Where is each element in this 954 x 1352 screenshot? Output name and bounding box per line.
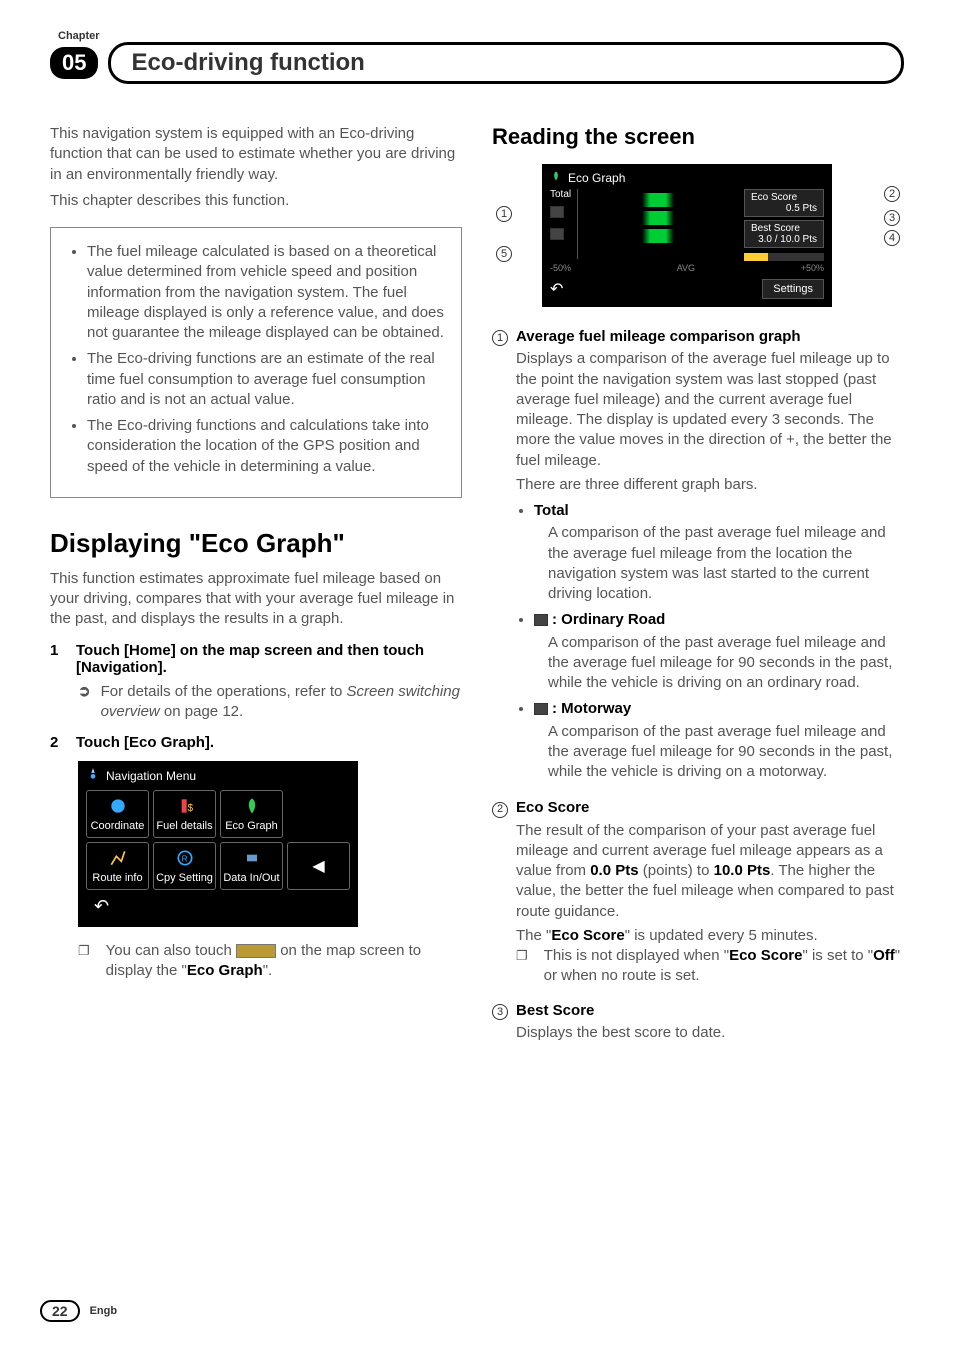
eco-graph-map-icon[interactable] xyxy=(236,944,276,958)
item-3-body: Displays the best score to date. xyxy=(516,1024,725,1041)
intro-paragraph-1: This navigation system is equipped with … xyxy=(50,124,462,185)
page-footer: 22 Engb xyxy=(40,1300,117,1322)
svg-text:R: R xyxy=(181,853,187,863)
intro-paragraph-2: This chapter describes this function. xyxy=(50,191,462,211)
nav-menu-title: Navigation Menu xyxy=(106,769,196,783)
reference-arrow-icon: ➲ xyxy=(78,682,91,723)
section-description: This function estimates approximate fuel… xyxy=(50,569,462,630)
callout-3: 3 xyxy=(884,210,900,226)
section-heading-displaying: Displaying "Eco Graph" xyxy=(50,528,462,559)
subsection-heading-reading: Reading the screen xyxy=(492,124,904,150)
page-header: Chapter 05 Eco-driving function xyxy=(50,30,904,84)
nav-item-route-info[interactable]: Route info xyxy=(86,842,149,890)
note-item-1: The fuel mileage calculated is based on … xyxy=(87,242,445,343)
nav-item-eco-graph[interactable]: Eco Graph xyxy=(220,790,283,838)
item-3-title: Best Score xyxy=(516,1001,725,1021)
item-2-title: Eco Score xyxy=(516,798,904,818)
step-1-heading: 1Touch [Home] on the map screen and then… xyxy=(50,642,462,676)
page-language: Engb xyxy=(90,1305,118,1317)
chapter-number-pill: 05 xyxy=(50,47,98,79)
nav-menu-icon xyxy=(86,767,100,784)
item-1-title: Average fuel mileage comparison graph xyxy=(516,327,904,347)
eco-leaf-icon xyxy=(550,170,562,185)
ordinary-road-icon xyxy=(550,206,564,218)
sub-total: Total A comparison of the past average f… xyxy=(534,501,904,604)
note-box: The fuel mileage calculated is based on … xyxy=(50,227,462,498)
left-column: This navigation system is equipped with … xyxy=(50,124,462,1053)
callout-2: 2 xyxy=(884,186,900,202)
eco-comparison-graph xyxy=(577,189,738,259)
eco-graph-scale: -50% AVG +50% xyxy=(550,263,824,273)
eco-back-icon[interactable]: ↶ xyxy=(550,279,563,299)
page-number: 22 xyxy=(40,1300,80,1322)
item-1-tail: There are three different graph bars. xyxy=(516,475,904,495)
callout-1: 1 xyxy=(496,206,512,222)
nav-item-data-in-out[interactable]: Data In/Out xyxy=(220,842,283,890)
right-column: Reading the screen 1 2 3 4 5 Eco Graph T… xyxy=(492,124,904,1053)
chapter-label: Chapter xyxy=(58,30,904,42)
callout-4: 4 xyxy=(884,230,900,246)
motorway-glyph-icon xyxy=(534,703,548,715)
best-score-box: Best Score 3.0 / 10.0 Pts xyxy=(744,220,824,248)
nav-back-icon[interactable]: ↶ xyxy=(86,894,117,918)
map-touch-note: You can also touch on the map screen to … xyxy=(50,941,462,982)
list-num-2: 2 xyxy=(492,802,508,818)
navigation-menu-screenshot: Navigation Menu Coordinate $ Fuel detail… xyxy=(78,761,358,927)
note-item-2: The Eco-driving functions are an estimat… xyxy=(87,349,445,410)
nav-item-fuel-details[interactable]: $ Fuel details xyxy=(153,790,216,838)
nav-item-back-arrow[interactable]: ◀ xyxy=(287,842,350,890)
list-num-3: 3 xyxy=(492,1004,508,1020)
svg-text:$: $ xyxy=(187,803,193,814)
page-title: Eco-driving function xyxy=(108,42,904,84)
eco-score-box: Eco Score 0.5 Pts xyxy=(744,189,824,217)
item-2-body: The result of the comparison of your pas… xyxy=(516,822,894,920)
step-1-reference: ➲ For details of the operations, refer t… xyxy=(50,682,462,723)
nav-item-coordinate[interactable]: Coordinate xyxy=(86,790,149,838)
item-2-tail: The "Eco Score" is updated every 5 minut… xyxy=(516,926,904,946)
list-num-1: 1 xyxy=(492,330,508,346)
callout-5: 5 xyxy=(496,246,512,262)
sub-motorway: : Motorway A comparison of the past aver… xyxy=(534,699,904,782)
eco-settings-button[interactable]: Settings xyxy=(762,279,824,299)
ordinary-road-glyph-icon xyxy=(534,614,548,626)
eco-total-label: Total xyxy=(550,189,571,200)
nav-item-cpy-setting[interactable]: R Cpy Setting xyxy=(153,842,216,890)
best-score-bar xyxy=(744,253,824,261)
item-2-note: This is not displayed when "Eco Score" i… xyxy=(516,946,904,987)
motorway-icon xyxy=(550,228,564,240)
sub-ordinary-road: : Ordinary Road A comparison of the past… xyxy=(534,610,904,693)
eco-graph-title: Eco Graph xyxy=(568,171,625,185)
step-2-heading: 2Touch [Eco Graph]. xyxy=(50,734,462,751)
eco-graph-screenshot: Eco Graph Total Eco Sco xyxy=(542,164,832,307)
note-item-3: The Eco-driving functions and calculatio… xyxy=(87,416,445,477)
